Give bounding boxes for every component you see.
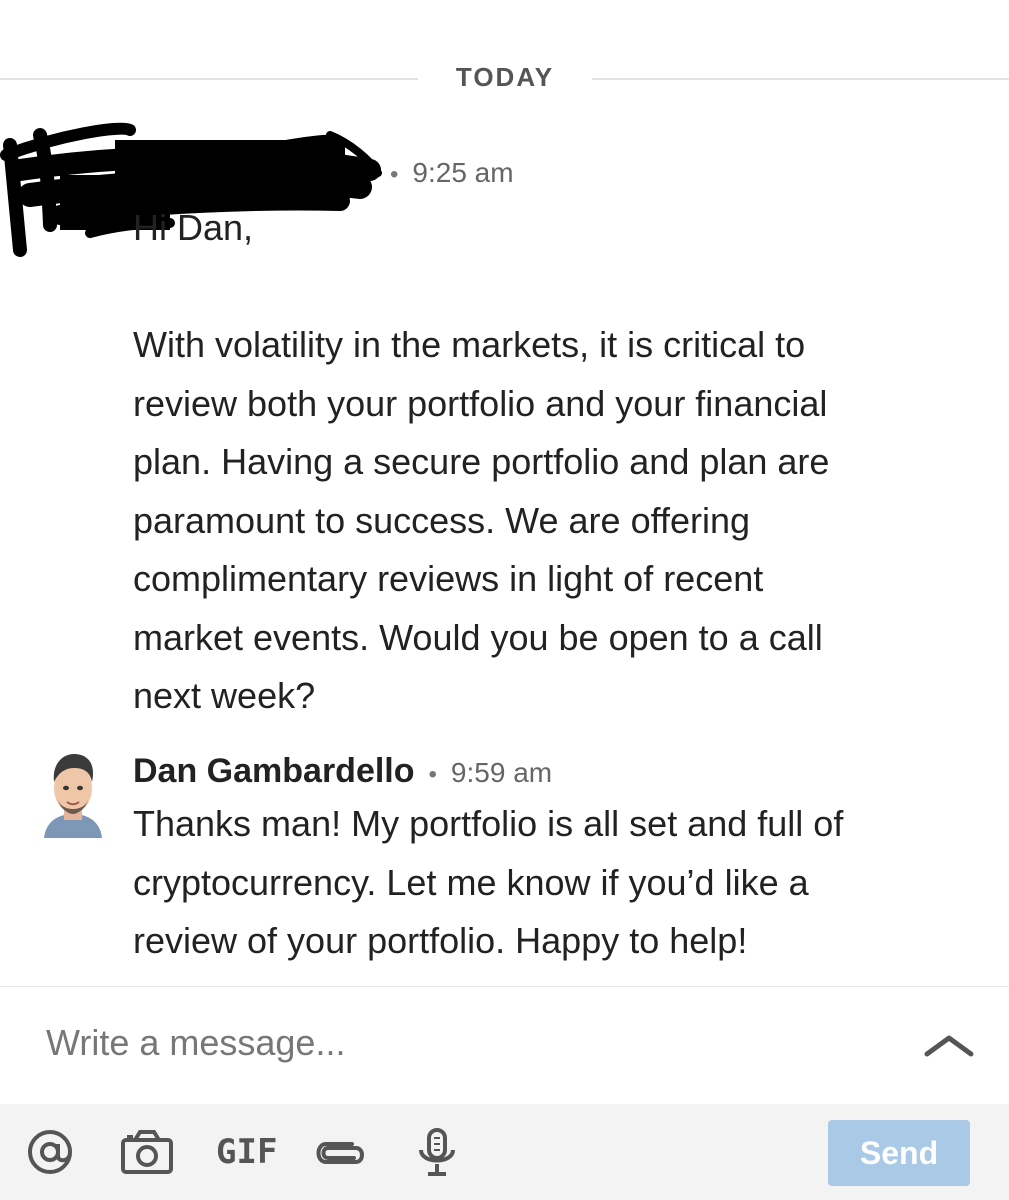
message-1-time: 9:25 am	[412, 157, 514, 188]
send-button[interactable]: Send	[828, 1120, 970, 1186]
message-input[interactable]: Write a message...	[46, 1018, 866, 1068]
camera-icon[interactable]	[120, 1128, 174, 1176]
message-2-body: Thanks man! My portfolio is all set and …	[133, 803, 844, 961]
gif-icon[interactable]: GIF	[216, 1128, 277, 1176]
message-1: • 9:25 am Hi Dan, With volatility in the…	[133, 157, 953, 726]
date-divider-label: TODAY	[455, 62, 555, 92]
at-mention-icon[interactable]	[24, 1128, 76, 1176]
message-1-meta: • 9:25 am	[390, 157, 953, 189]
sender-avatar[interactable]	[38, 748, 108, 838]
message-2: Dan Gambardello • 9:59 am Thanks man! My…	[133, 752, 953, 971]
microphone-icon[interactable]	[414, 1128, 460, 1176]
date-divider: TODAY	[0, 58, 1009, 98]
message-2-meta: Dan Gambardello • 9:59 am	[133, 752, 953, 791]
separator-dot: •	[390, 161, 399, 188]
divider-line-left	[0, 78, 418, 80]
chevron-up-icon[interactable]	[922, 1030, 976, 1060]
separator-dot: •	[428, 761, 437, 788]
attachment-icon[interactable]	[314, 1128, 368, 1176]
message-2-time: 9:59 am	[450, 757, 553, 788]
message-2-sender[interactable]: Dan Gambardello	[133, 752, 415, 791]
divider-line-right	[592, 78, 1009, 80]
composer-separator	[0, 986, 1009, 987]
message-1-body: Hi Dan, With volatility in the markets, …	[133, 207, 830, 716]
